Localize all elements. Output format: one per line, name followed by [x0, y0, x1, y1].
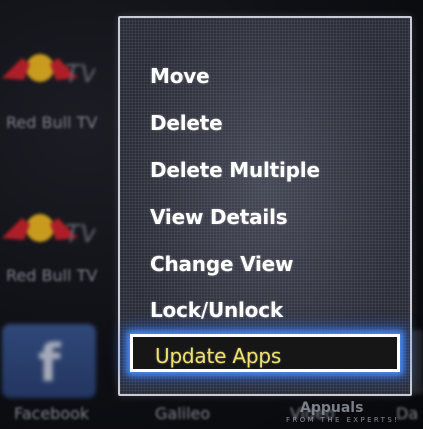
- watermark-brand: Appuals: [300, 400, 364, 416]
- menu-item-delete-multiple[interactable]: Delete Multiple: [150, 158, 320, 182]
- menu-item-view-details[interactable]: View Details: [150, 205, 288, 229]
- svg-text:TV: TV: [64, 218, 95, 248]
- watermark-tagline: FROM THE EXPERTS!: [286, 416, 400, 424]
- facebook-app-tile[interactable]: f: [2, 324, 96, 398]
- svg-text:TV: TV: [64, 58, 95, 88]
- app-label-red-bull-tv-2: Red Bull TV: [6, 266, 98, 285]
- menu-item-update-apps[interactable]: Update Apps: [130, 334, 400, 372]
- tv-screen: TV Red Bull TV TV Red Bull TV f Facebook…: [0, 0, 423, 429]
- menu-item-move[interactable]: Move: [150, 64, 210, 88]
- menu-item-lock-unlock[interactable]: Lock/Unlock: [150, 298, 283, 322]
- app-label-facebook: Facebook: [14, 404, 90, 423]
- context-menu: Move Delete Delete Multiple View Details…: [118, 16, 412, 396]
- red-bull-tv-logo-icon: TV: [2, 54, 95, 88]
- watermark: Appuals FROM THE EXPERTS!: [286, 400, 418, 426]
- red-bull-tv-logo-icon: TV: [2, 214, 95, 248]
- app-label-galileo: Galileo: [155, 404, 211, 423]
- menu-item-delete[interactable]: Delete: [150, 111, 223, 135]
- facebook-icon: f: [38, 334, 61, 394]
- app-label-red-bull-tv-1: Red Bull TV: [6, 113, 98, 132]
- menu-item-change-view[interactable]: Change View: [150, 252, 294, 276]
